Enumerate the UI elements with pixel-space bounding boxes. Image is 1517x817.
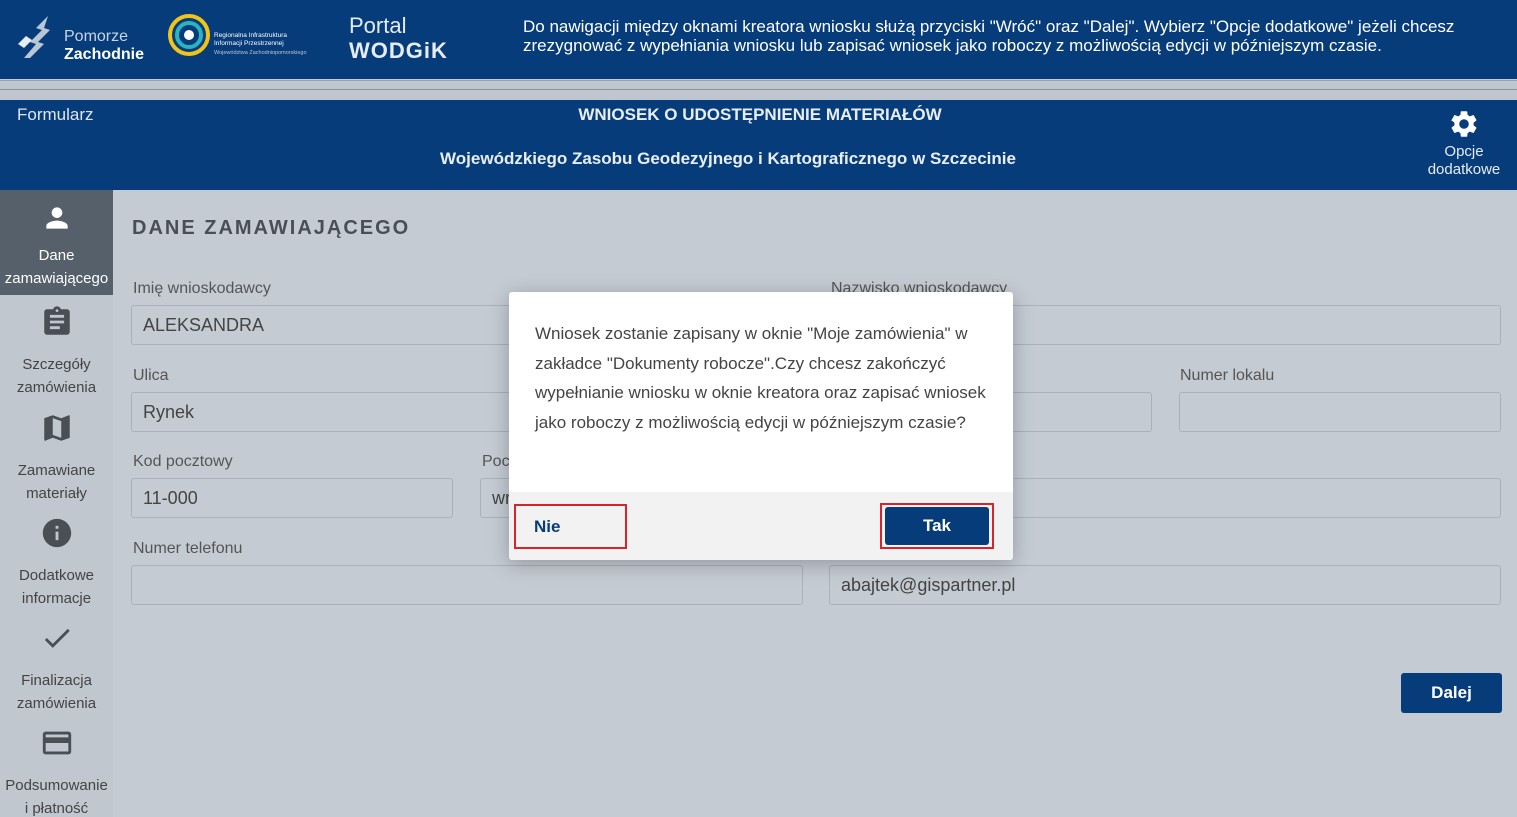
form-header: Formularz WNIOSEK O UDOSTĘPNIENIE MATERI…	[0, 100, 1517, 190]
step-label-line2: informacje	[21, 590, 92, 607]
postal-code-field[interactable]: 11-000	[131, 478, 453, 518]
step-finalizacja-zamowienia[interactable]: Finalizacja zamówienia	[0, 621, 113, 715]
riip-logo-title: Regionalna Infrastruktura Informacji Prz…	[214, 32, 287, 47]
step-label-line1: Podsumowanie	[5, 777, 108, 794]
step-label-line1: Finalizacja	[21, 672, 92, 689]
unit-number-field[interactable]	[1179, 392, 1501, 432]
step-label-line2: zamówienia	[16, 379, 97, 396]
yes-button-highlight: Tak	[880, 503, 994, 549]
city-label: Poc	[482, 453, 510, 470]
top-header: Pomorze Zachodnie Regionalna Infrastrukt…	[0, 0, 1517, 79]
person-icon	[45, 207, 68, 229]
step-label-line1: Szczegóły	[22, 356, 91, 373]
form-subtitle: Wojewódzkiego Zasobu Geodezyjnego i Kart…	[440, 149, 1016, 168]
step-label-line1: Zamawiane	[17, 462, 96, 479]
clipboard-icon	[43, 306, 70, 335]
portal-wodgik-logo[interactable]: Portal WODGiK	[349, 14, 448, 64]
step-label-line2: i płatność	[24, 800, 89, 817]
step-zamawiane-materialy[interactable]: Zamawiane materiały	[0, 411, 113, 505]
step-label-line2: zamówienia	[16, 695, 97, 712]
wizard-steps-sidebar: Dane zamawiającego Szczegóły zamówienia …	[0, 190, 113, 817]
step-dane-zamawiajacego[interactable]: Dane zamawiającego	[0, 190, 113, 295]
step-label-line2: zamawiającego	[4, 270, 109, 287]
yes-button[interactable]: Tak	[885, 507, 989, 545]
step-podsumowanie-platnosc[interactable]: Podsumowanie i płatność	[0, 726, 113, 817]
credit-card-icon	[42, 731, 71, 755]
gear-icon	[1451, 111, 1477, 137]
riip-logo[interactable]: Regionalna Infrastruktura Informacji Prz…	[166, 12, 316, 62]
next-button[interactable]: Dalej	[1401, 673, 1502, 713]
street-label: Ulica	[133, 367, 169, 384]
dialog-message: Wniosek zostanie zapisany w oknie "Moje …	[535, 324, 986, 432]
dialog-footer: Nie Tak	[509, 492, 1013, 560]
divider	[0, 80, 1517, 100]
map-icon	[43, 415, 70, 441]
navigation-hint-text: Do nawigacji między oknami kreatora wnio…	[523, 17, 1455, 55]
pomorze-zachodnie-logo[interactable]: Pomorze Zachodnie	[16, 12, 144, 64]
check-icon	[44, 628, 70, 648]
riip-ring-icon	[168, 14, 210, 56]
pomorze-logo-mark-icon	[18, 16, 50, 58]
additional-options-button[interactable]: Opcje dodatkowe	[1420, 108, 1508, 179]
postal-code-label: Kod pocztowy	[133, 453, 233, 470]
riip-logo-subtitle: Województwa Zachodniopomorskiego	[214, 50, 307, 56]
step-label-line1: Dane	[38, 247, 75, 264]
form-title: WNIOSEK O UDOSTĘPNIENIE MATERIAŁÓW	[578, 105, 942, 124]
portal-label: Portal	[349, 13, 407, 38]
no-button[interactable]: Nie	[514, 504, 627, 549]
options-label-line1: Opcje	[1444, 143, 1484, 160]
options-label-line2: dodatkowe	[1427, 161, 1501, 178]
first-name-label: Imię wnioskodawcy	[133, 280, 271, 297]
step-label-line2: materiały	[26, 485, 87, 502]
phone-label: Numer telefonu	[133, 540, 243, 557]
save-draft-dialog: Wniosek zostanie zapisany w oknie "Moje …	[509, 292, 1013, 560]
step-dodatkowe-informacje[interactable]: Dodatkowe informacje	[0, 516, 113, 610]
phone-field[interactable]	[131, 565, 803, 605]
info-icon	[42, 518, 71, 548]
step-szczegoly-zamowienia[interactable]: Szczegóły zamówienia	[0, 305, 113, 399]
section-title: DANE ZAMAWIAJĄCEGO	[132, 217, 411, 239]
step-label-line1: Dodatkowe	[18, 567, 95, 584]
wodgik-label: WODGiK	[349, 38, 448, 63]
email-field[interactable]: abajtek@gispartner.pl	[829, 565, 1501, 605]
logo-text-pomorze: Pomorze	[64, 28, 129, 45]
unit-number-label: Numer lokalu	[1180, 367, 1275, 384]
logo-text-zachodnie: Zachodnie	[64, 46, 145, 63]
